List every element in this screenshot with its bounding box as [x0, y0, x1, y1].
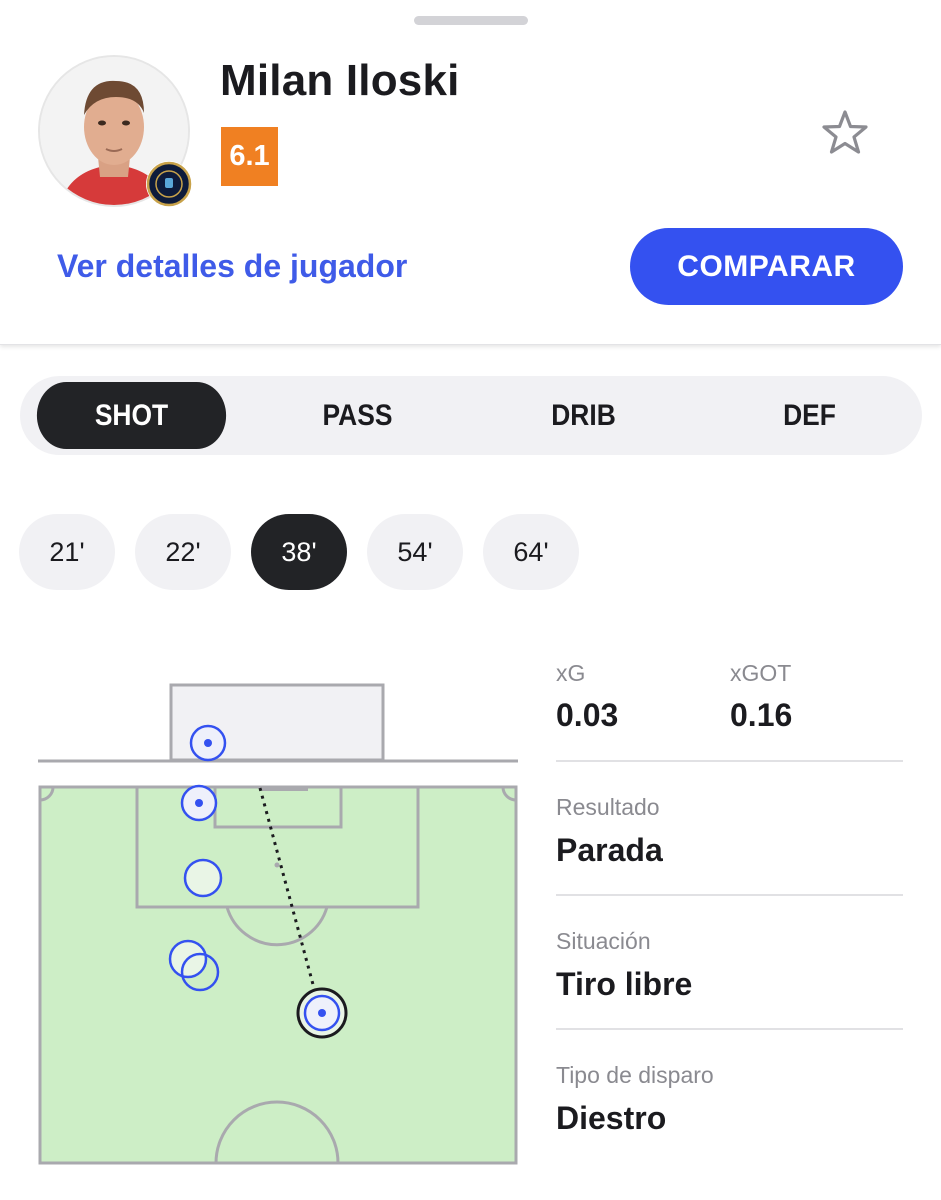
favorite-star-icon[interactable] — [818, 106, 872, 160]
stats-divider — [556, 1028, 903, 1030]
result-label: Resultado — [556, 794, 660, 820]
shot-type-label: Tipo de disparo — [556, 1062, 714, 1088]
xgot-label: xGOT — [730, 660, 792, 686]
player-name: Milan Iloski — [220, 56, 460, 105]
shot-marker-dot — [204, 739, 212, 747]
tab-shot[interactable]: SHOT — [36, 382, 227, 449]
situation-label: Situación — [556, 928, 651, 954]
shot-marker[interactable] — [183, 858, 223, 898]
xg-label: xG — [556, 660, 586, 686]
penalty-spot — [274, 862, 280, 868]
compare-button[interactable]: COMPARAR — [630, 228, 903, 305]
shot-chip-22[interactable]: 22' — [135, 514, 231, 590]
stat-type-tabs: SHOT PASS DRIB DEF — [20, 376, 922, 455]
player-details-link[interactable]: Ver detalles de jugador — [57, 248, 407, 285]
player-header-card: Milan Iloski 6.1 Ver detalles de jugador… — [0, 0, 941, 345]
tab-def[interactable]: DEF — [715, 382, 904, 449]
shot-chip-38[interactable]: 38' — [251, 514, 347, 590]
selected-shot-dot — [318, 1009, 326, 1017]
sheet-grab-handle[interactable] — [414, 16, 528, 25]
tab-pass[interactable]: PASS — [263, 382, 452, 449]
shot-marker-dot — [195, 799, 203, 807]
shot-chip-64[interactable]: 64' — [483, 514, 579, 590]
shot-map-pitch — [38, 683, 518, 1165]
situation-value: Tiro libre — [556, 966, 693, 1002]
xgot-value: 0.16 — [730, 697, 793, 733]
tab-drib[interactable]: DRIB — [489, 382, 678, 449]
xg-value: 0.03 — [556, 697, 619, 733]
stats-divider — [556, 894, 903, 896]
shot-chip-54[interactable]: 54' — [367, 514, 463, 590]
stats-divider — [556, 760, 903, 762]
pitch-area — [38, 785, 518, 1165]
result-value: Parada — [556, 832, 663, 868]
shot-chip-21[interactable]: 21' — [19, 514, 115, 590]
club-crest-icon — [146, 161, 192, 207]
player-rating-badge: 6.1 — [221, 127, 278, 186]
shot-type-value: Diestro — [556, 1100, 667, 1136]
